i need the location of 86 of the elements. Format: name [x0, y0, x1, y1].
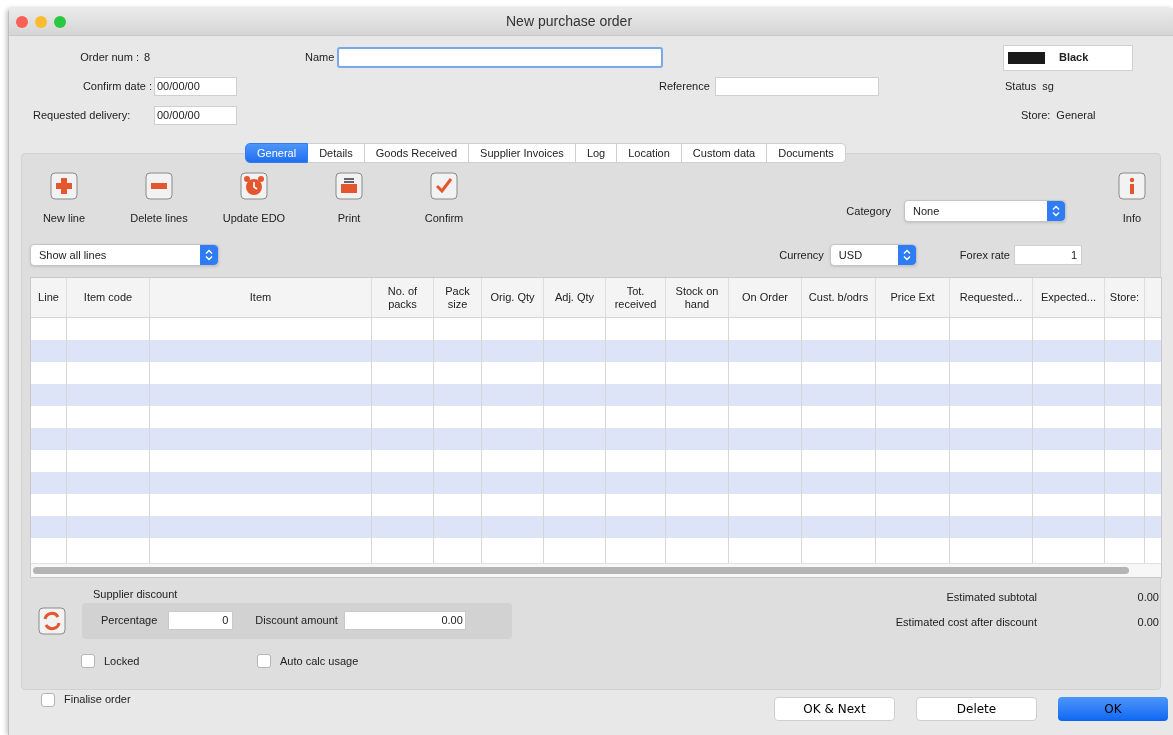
color-picker[interactable]: Black	[1003, 44, 1133, 71]
currency-select[interactable]: USD	[829, 244, 917, 266]
field-label: Reference	[659, 79, 710, 95]
field-label: Order num :	[79, 50, 140, 66]
column-header[interactable]: Stock on hand	[666, 278, 729, 317]
column-header[interactable]: No. of packs	[372, 278, 434, 317]
order-number: 8	[144, 50, 151, 66]
section-title: Supplier discount	[93, 587, 179, 602]
column-header[interactable]: Orig. Qty	[482, 278, 544, 317]
column-header[interactable]: Item	[150, 278, 372, 317]
tab[interactable]: Goods Received	[364, 143, 470, 163]
close-button[interactable]	[16, 15, 28, 28]
tab[interactable]: Location	[617, 143, 682, 163]
checkbox-label: Locked	[104, 653, 140, 669]
window-title: New purchase order	[506, 12, 633, 31]
dialog-button[interactable]: Delete	[916, 696, 1037, 721]
total-label: Estimated cost after discount	[895, 614, 1037, 630]
status-value: sg	[1042, 79, 1054, 95]
field-label: Name	[305, 50, 335, 66]
field-label: Discount amount	[255, 613, 338, 629]
field-label: Requested delivery:	[32, 108, 132, 124]
field-label: Confirm date :	[81, 79, 153, 95]
toolbar-button[interactable]: Update EDO	[209, 172, 299, 227]
tab[interactable]: Custom data	[681, 143, 768, 163]
toolbar-button[interactable]: Delete lines	[114, 172, 204, 227]
field-label: Percentage	[101, 613, 158, 629]
tab[interactable]: General	[245, 143, 309, 163]
tab[interactable]: Documents	[767, 143, 846, 163]
dialog-button[interactable]: OK & Next	[774, 696, 895, 721]
field-label: Forex rate	[959, 247, 1010, 263]
printer-icon	[335, 172, 363, 200]
discount-amount-field[interactable]: 0.00	[343, 611, 466, 630]
color-swatch	[1008, 51, 1045, 64]
category-select[interactable]: None	[904, 200, 1066, 222]
total-label: Estimated subtotal	[946, 590, 1037, 605]
date-field[interactable]: 00/00/00	[154, 106, 237, 125]
tab[interactable]: Log	[575, 143, 618, 163]
horizontal-scrollbar[interactable]	[33, 567, 1129, 574]
tab[interactable]: Supplier Invoices	[469, 143, 576, 163]
column-header[interactable]: Cust. b/odrs	[802, 278, 876, 317]
toolbar-button[interactable]: Confirm	[399, 172, 489, 227]
total-value: 0.00	[1136, 590, 1159, 605]
total-value: 0.00	[1136, 614, 1159, 630]
refresh-icon	[38, 606, 66, 635]
column-header[interactable]: Requested...	[950, 278, 1033, 317]
info-button[interactable]: Info	[1118, 172, 1146, 227]
column-header[interactable]: Pack size	[434, 278, 482, 317]
stepper-icon	[200, 245, 218, 265]
column-header[interactable]: Tot. received	[606, 278, 666, 317]
toolbar-button[interactable]: Print	[304, 172, 394, 227]
percentage-field[interactable]: 0	[168, 611, 234, 630]
field-label: Currency	[779, 247, 824, 263]
recalculate-button[interactable]	[38, 606, 66, 635]
field-label: Status	[1005, 79, 1037, 95]
minimize-button[interactable]	[35, 15, 47, 28]
line-filter-select[interactable]: Show all lines	[30, 244, 219, 266]
minus-icon	[145, 172, 173, 200]
checkmark-icon	[430, 172, 458, 200]
alarm-clock-icon	[240, 172, 268, 200]
date-field[interactable]: 00/00/00	[154, 77, 237, 96]
plus-icon	[50, 172, 78, 200]
field-label: Category	[846, 203, 891, 219]
name-field[interactable]	[337, 47, 664, 68]
dialog-button[interactable]: OK	[1058, 696, 1168, 721]
info-icon	[1118, 172, 1146, 200]
stepper-icon	[897, 245, 916, 265]
field-label: Store:	[1021, 108, 1051, 124]
column-header[interactable]: Item code	[67, 278, 150, 317]
column-header[interactable]: Adj. Qty	[544, 278, 606, 317]
zoom-button[interactable]	[54, 15, 66, 28]
column-header[interactable]: Line	[31, 278, 67, 317]
checkbox-label: Auto calc usage	[280, 653, 359, 669]
checkbox[interactable]	[41, 692, 55, 707]
column-header[interactable]: Price Ext	[876, 278, 950, 317]
checkbox[interactable]	[81, 653, 95, 668]
column-header[interactable]: Store:	[1105, 278, 1145, 317]
store-value: General	[1056, 108, 1096, 124]
checkbox-label: Finalise order	[64, 692, 131, 708]
column-header[interactable]: Expected...	[1033, 278, 1105, 317]
stepper-icon	[1047, 201, 1065, 221]
tab[interactable]: Details	[308, 143, 365, 163]
toolbar-button[interactable]: New line	[19, 172, 109, 227]
checkbox[interactable]	[257, 653, 271, 668]
reference-field[interactable]	[714, 77, 879, 96]
forex-rate-field[interactable]: 1	[1014, 245, 1082, 265]
column-header[interactable]: On Order	[729, 278, 802, 317]
